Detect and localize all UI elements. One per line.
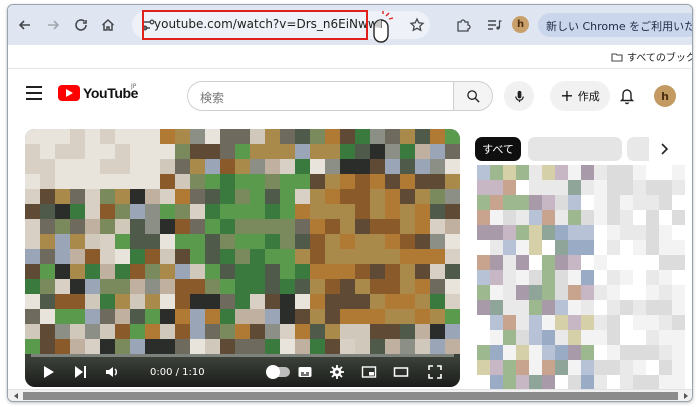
volume-icon[interactable] xyxy=(103,363,121,381)
blurred-recommendations xyxy=(477,165,685,390)
hamburger-menu-icon[interactable] xyxy=(26,86,42,100)
create-label: 作成 xyxy=(577,90,600,103)
next-icon[interactable] xyxy=(71,363,89,381)
forward-icon[interactable] xyxy=(42,14,64,36)
scroll-right-icon[interactable] xyxy=(681,391,691,401)
youtube-wordmark: YouTube xyxy=(83,85,139,101)
play-icon[interactable] xyxy=(39,363,57,381)
url-highlight-box xyxy=(142,10,368,40)
folder-icon xyxy=(611,52,623,62)
back-icon[interactable] xyxy=(14,14,36,36)
blurred-video-frame xyxy=(25,129,460,354)
all-bookmarks-label: すべてのブックマーク xyxy=(627,53,692,64)
chevron-right-icon[interactable] xyxy=(655,140,673,158)
fullscreen-icon[interactable] xyxy=(426,363,444,381)
media-controls-icon[interactable] xyxy=(483,14,505,36)
scroll-left-icon[interactable] xyxy=(11,391,21,401)
chip-blurred[interactable] xyxy=(528,137,622,161)
profile-avatar[interactable]: h xyxy=(512,16,529,33)
theater-mode-icon[interactable] xyxy=(392,363,410,381)
search-button[interactable] xyxy=(453,81,493,111)
youtube-play-icon xyxy=(58,85,80,101)
extensions-icon[interactable] xyxy=(452,14,474,36)
reload-icon[interactable] xyxy=(70,14,92,36)
mouse-click-icon xyxy=(373,11,394,43)
youtube-account-avatar[interactable]: h xyxy=(654,85,676,107)
video-progress-bar[interactable] xyxy=(31,354,454,357)
browser-window: youtube.com/watch?v=Drs_n6EiNww h 新しい Ch… xyxy=(7,4,693,402)
youtube-logo[interactable]: YouTube xyxy=(58,85,138,101)
chip-partial[interactable] xyxy=(627,137,649,161)
all-bookmarks-folder[interactable]: すべてのブックマーク xyxy=(611,49,692,64)
bookmarks-bar xyxy=(8,45,692,69)
chip-all[interactable]: すべて xyxy=(475,137,521,161)
time-display: 0:00 / 1:10 xyxy=(150,367,205,378)
home-icon[interactable] xyxy=(97,14,119,36)
notifications-bell-icon[interactable] xyxy=(619,87,635,105)
search-icon xyxy=(466,89,480,103)
voice-search-button[interactable] xyxy=(504,81,534,111)
autoplay-toggle[interactable] xyxy=(266,365,290,379)
region-badge: JP xyxy=(131,83,137,90)
create-button[interactable]: + 作成 xyxy=(550,81,610,111)
bookmark-star-icon[interactable] xyxy=(406,14,428,36)
search-input[interactable]: 検索 xyxy=(187,81,453,111)
subtitles-icon[interactable] xyxy=(296,363,314,381)
chrome-update-pill[interactable]: 新しい Chrome をご利用いただけます xyxy=(538,13,692,37)
video-player[interactable]: 0:00 / 1:10 xyxy=(25,129,460,387)
plus-icon: + xyxy=(560,86,574,105)
settings-gear-icon[interactable] xyxy=(328,363,346,381)
miniplayer-icon[interactable] xyxy=(360,363,378,381)
microphone-icon xyxy=(514,90,524,102)
scrollbar-thumb[interactable] xyxy=(23,392,678,400)
